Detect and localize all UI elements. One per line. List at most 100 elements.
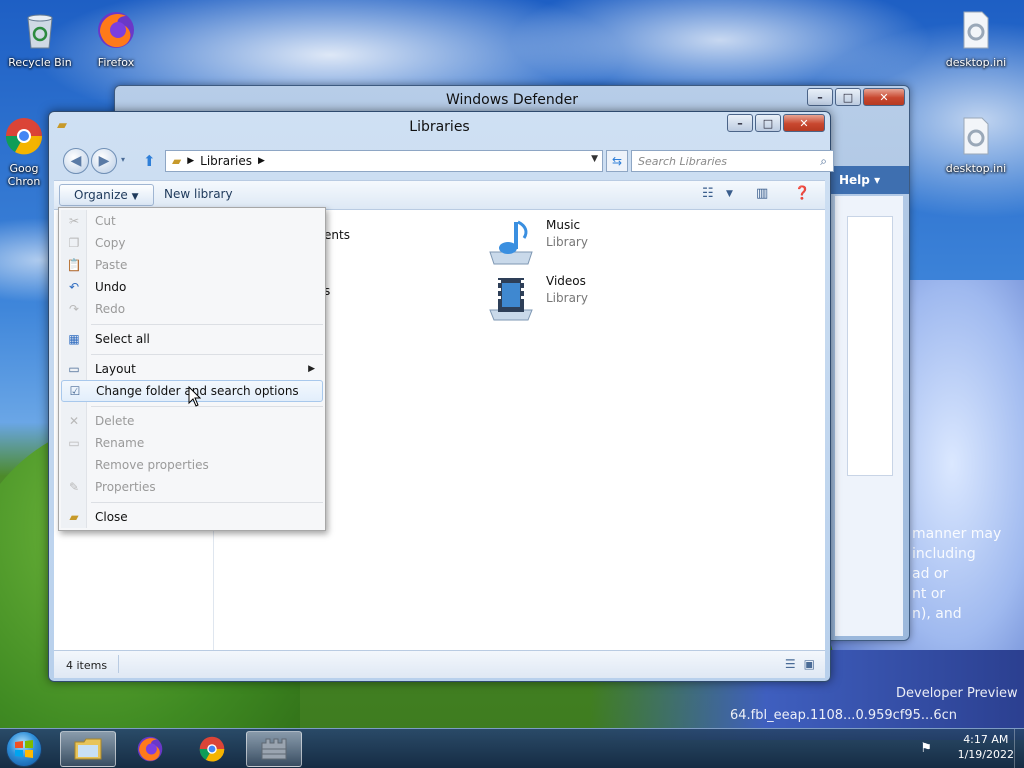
menu-separator	[91, 406, 323, 407]
chrome-icon	[5, 118, 43, 155]
address-bar[interactable]: ▰ ▶ Libraries ▶ ▼	[165, 150, 603, 172]
forward-button[interactable]: ▶	[91, 148, 117, 174]
menu-item-label: Paste	[95, 258, 128, 272]
help-label: Help	[839, 173, 870, 187]
system-clock[interactable]: 4:17 AM 1/19/2022	[958, 733, 1014, 761]
organize-label: Organize	[74, 188, 128, 202]
taskbar-explorer-button[interactable]	[60, 731, 116, 767]
breadcrumb-chevron-icon[interactable]: ▶	[187, 156, 194, 166]
view-switch-icons: ☰ ▣	[785, 657, 815, 671]
view-options-chevron-icon[interactable]: ▼	[726, 189, 733, 199]
menu-item-delete[interactable]: ✕ Delete	[61, 410, 323, 432]
menu-separator	[91, 324, 323, 325]
menu-item-label: Undo	[95, 280, 127, 294]
command-bar: Organize ▼ New library ☷ ▼ ▥ ❓	[54, 180, 825, 210]
menu-separator	[91, 502, 323, 503]
documents-library-label[interactable]: ents	[324, 228, 350, 242]
recent-pages-chevron-icon[interactable]: ▾	[121, 155, 125, 164]
desktop-watermark-line: 64.fbl_eeap.1108...0.959cf95...6cn	[730, 708, 957, 723]
folder-options-icon: ☑	[69, 384, 81, 398]
folder-icon	[74, 738, 102, 760]
show-desktop-button[interactable]	[1014, 729, 1024, 768]
desktop-watermark-line: nt or	[912, 586, 946, 602]
menu-item-label: Layout	[95, 362, 136, 376]
forward-arrow-icon: ▶	[98, 153, 110, 169]
search-input[interactable]: Search Libraries ⌕	[631, 150, 834, 172]
taskbar: ⚑ 4:17 AM 1/19/2022	[0, 728, 1024, 768]
menu-item-select-all[interactable]: ▦ Select all	[61, 328, 323, 350]
menu-item-label: Close	[95, 510, 128, 524]
desktop-icon-recycle-bin[interactable]: Recycle Bin	[0, 8, 80, 69]
start-button[interactable]	[6, 731, 42, 767]
organize-button[interactable]: Organize ▼	[59, 184, 154, 206]
minimize-button[interactable]: –	[727, 114, 753, 132]
desktop-icon-firefox[interactable]: Firefox	[76, 8, 156, 69]
libraries-folder-icon: ▰	[172, 154, 182, 168]
desktop-icon-desktop-ini[interactable]: desktop.ini	[936, 114, 1016, 175]
delete-icon: ✕	[68, 414, 80, 428]
recycle-bin-icon	[27, 14, 53, 49]
menu-item-remove-properties[interactable]: Remove properties	[61, 454, 323, 476]
help-menu[interactable]: Help ▾	[825, 166, 909, 194]
desktop-watermark-line: n), and	[912, 606, 962, 622]
close-folder-icon: ▰	[69, 510, 79, 524]
taskbar-chrome-button[interactable]	[184, 731, 240, 767]
large-icons-view-icon[interactable]: ▣	[804, 657, 815, 671]
mouse-cursor-icon	[188, 386, 202, 407]
menu-item-properties[interactable]: ✎ Properties	[61, 476, 323, 498]
menu-item-label: Cut	[95, 214, 116, 228]
defender-inner-panel	[847, 216, 893, 476]
properties-icon: ✎	[68, 480, 80, 494]
firefox-icon	[98, 12, 134, 48]
library-item-videos[interactable]: Videos Library	[486, 274, 588, 322]
submenu-arrow-icon: ▶	[308, 364, 315, 374]
close-button[interactable]: ✕	[783, 114, 825, 132]
search-icon[interactable]: ⌕	[820, 154, 827, 169]
desktop-icon-label: Firefox	[97, 56, 135, 69]
taskbar-firefox-button[interactable]	[122, 731, 178, 767]
menu-item-close[interactable]: ▰ Close	[61, 506, 323, 528]
refresh-icon: ⇆	[611, 154, 623, 168]
new-library-button[interactable]: New library	[164, 187, 233, 201]
desktop-icon-label: desktop.ini	[945, 56, 1007, 69]
library-item-music[interactable]: Music Library	[486, 218, 588, 266]
clock-time: 4:17 AM	[963, 733, 1009, 746]
breadcrumb-chevron-icon[interactable]: ▶	[258, 156, 265, 166]
help-icon[interactable]: ❓	[794, 186, 810, 201]
minimize-button[interactable]: –	[807, 88, 833, 106]
window-caption-buttons: – □ ✕	[727, 114, 825, 132]
back-button[interactable]: ◀	[63, 148, 89, 174]
status-bar: 4 items ☰ ▣	[54, 650, 825, 678]
paste-icon: 📋	[66, 258, 82, 272]
desktop-watermark-line: manner may	[912, 526, 1002, 542]
address-dropdown-icon[interactable]: ▼	[591, 154, 598, 164]
maximize-button[interactable]: □	[835, 88, 861, 106]
new-library-label: New library	[164, 187, 233, 201]
taskbar-defender-button[interactable]	[246, 731, 302, 767]
menu-item-paste[interactable]: 📋 Paste	[61, 254, 323, 276]
desktop-watermark-line: ad or	[912, 566, 949, 582]
menu-item-layout[interactable]: ▭ Layout ▶	[61, 358, 323, 380]
preview-pane-icon[interactable]: ▥	[756, 186, 768, 201]
menu-item-undo[interactable]: ↶ Undo	[61, 276, 323, 298]
menu-item-rename[interactable]: ▭ Rename	[61, 432, 323, 454]
close-button[interactable]: ✕	[863, 88, 905, 106]
network-icon[interactable]: ⚑	[920, 741, 932, 756]
change-view-icon[interactable]: ☷	[702, 186, 714, 201]
chevron-down-icon: ▼	[131, 192, 139, 202]
redo-icon: ↷	[68, 302, 80, 316]
menu-item-copy[interactable]: ❐ Copy	[61, 232, 323, 254]
library-name: Music	[546, 218, 581, 232]
up-arrow-icon[interactable]: ⬆	[143, 152, 156, 170]
menu-item-redo[interactable]: ↷ Redo	[61, 298, 323, 320]
chevron-down-icon: ▾	[874, 173, 881, 187]
address-row: ◀ ▶ ▾ ⬆ ▰ ▶ Libraries ▶ ▼ ⇆ Search Libra…	[59, 148, 834, 174]
details-view-icon[interactable]: ☰	[785, 657, 796, 671]
refresh-button[interactable]: ⇆	[606, 150, 628, 172]
desktop-icon-desktop-ini[interactable]: desktop.ini	[936, 8, 1016, 69]
organize-menu[interactable]: ✂ Cut ❐ Copy 📋 Paste ↶ Undo ↷ Redo ▦ Sel…	[58, 207, 326, 531]
copy-icon: ❐	[68, 236, 80, 250]
breadcrumb-libraries[interactable]: Libraries	[200, 154, 252, 168]
menu-item-cut[interactable]: ✂ Cut	[61, 210, 323, 232]
maximize-button[interactable]: □	[755, 114, 781, 132]
